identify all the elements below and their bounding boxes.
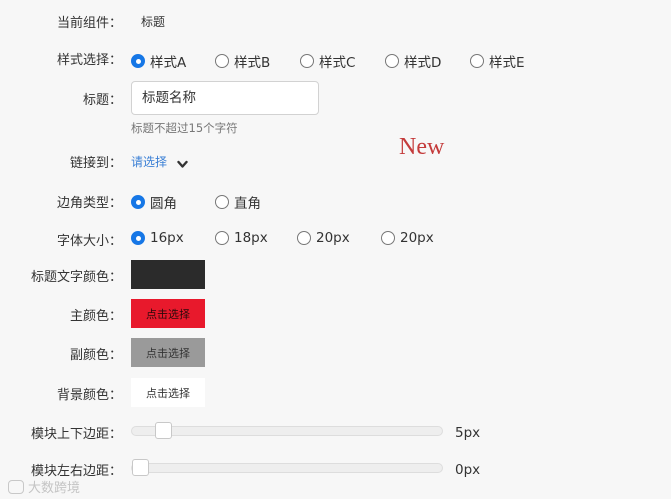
radio-circle-icon [470,54,484,68]
font-20-second-radio[interactable]: 20px [381,230,434,246]
current-component-label: 当前组件： [56,16,122,31]
rounded-corner-label: 圆角 [150,196,177,212]
horizontal-margin-value: 0px [455,462,481,478]
radio-circle-icon [215,195,229,209]
font-20-radio[interactable]: 20px [297,230,381,246]
vertical-margin-value: 5px [455,425,481,441]
new-annotation: New [399,134,445,160]
style-select-label: 样式选择： [56,53,122,68]
current-component-value: 标题 [141,15,166,29]
horizontal-margin-slider[interactable] [131,459,443,476]
font-size-radio-group: 16px 18px 20px 20px [131,230,434,246]
radio-circle-icon [131,231,145,245]
font-size-label: 字体大小： [56,234,122,249]
style-b-label: 样式B [234,55,271,71]
font-18-label: 18px [234,230,268,246]
style-c-label: 样式C [319,55,356,71]
radio-circle-icon [297,231,311,245]
radio-circle-icon [381,231,395,245]
style-b-radio[interactable]: 样式B [215,51,300,71]
radio-circle-icon [385,54,399,68]
style-d-label: 样式D [404,55,442,71]
corner-radio-group: 圆角 直角 [131,192,261,212]
watermark-logo-icon [8,479,24,494]
background-color-button[interactable]: 点击选择 [131,378,205,407]
corner-type-label: 边角类型： [56,196,122,211]
style-c-radio[interactable]: 样式C [300,51,385,71]
primary-color-label: 主颜色： [69,309,122,324]
rounded-corner-radio[interactable]: 圆角 [131,192,215,212]
link-to-label: 链接到： [69,156,122,171]
radio-circle-icon [215,231,229,245]
title-hint: 标题不超过15个字符 [131,121,238,135]
primary-color-button-text: 点击选择 [146,307,190,321]
primary-color-button[interactable]: 点击选择 [131,299,205,328]
font-16-label: 16px [150,230,184,246]
radio-circle-icon [131,54,145,68]
radio-circle-icon [300,54,314,68]
background-color-label: 背景颜色： [56,388,122,403]
vertical-margin-slider-handle[interactable] [154,422,172,439]
vertical-margin-slider[interactable] [131,422,443,439]
font-20-second-label: 20px [400,230,434,246]
font-20-label: 20px [316,230,350,246]
secondary-color-label: 副颜色： [69,348,122,363]
style-e-radio[interactable]: 样式E [470,51,525,71]
title-text-color-label: 标题文字颜色： [30,270,122,285]
radio-circle-icon [131,195,145,209]
secondary-color-button[interactable]: 点击选择 [131,338,205,367]
style-e-label: 样式E [489,55,525,71]
style-a-label: 样式A [150,55,187,71]
square-corner-label: 直角 [234,196,261,212]
square-corner-radio[interactable]: 直角 [215,192,261,212]
style-d-radio[interactable]: 样式D [385,51,470,71]
font-18-radio[interactable]: 18px [215,230,297,246]
link-select[interactable]: 请选择 [131,153,167,170]
style-a-radio[interactable]: 样式A [131,51,215,71]
watermark-text: 大数跨境 [28,481,81,496]
title-label: 标题： [82,93,122,108]
title-text-color-swatch[interactable] [131,260,205,289]
horizontal-margin-slider-handle[interactable] [132,459,149,476]
vertical-margin-label: 模块上下边距： [30,427,122,442]
watermark: 大数跨境 [8,477,80,496]
chevron-down-icon[interactable] [177,154,188,173]
background-color-button-text: 点击选择 [146,386,190,400]
secondary-color-button-text: 点击选择 [146,346,190,360]
radio-circle-icon [215,54,229,68]
title-input[interactable]: 标题名称 [131,81,319,115]
font-16-radio[interactable]: 16px [131,230,215,246]
style-radio-group: 样式A 样式B 样式C 样式D 样式E [131,51,525,71]
